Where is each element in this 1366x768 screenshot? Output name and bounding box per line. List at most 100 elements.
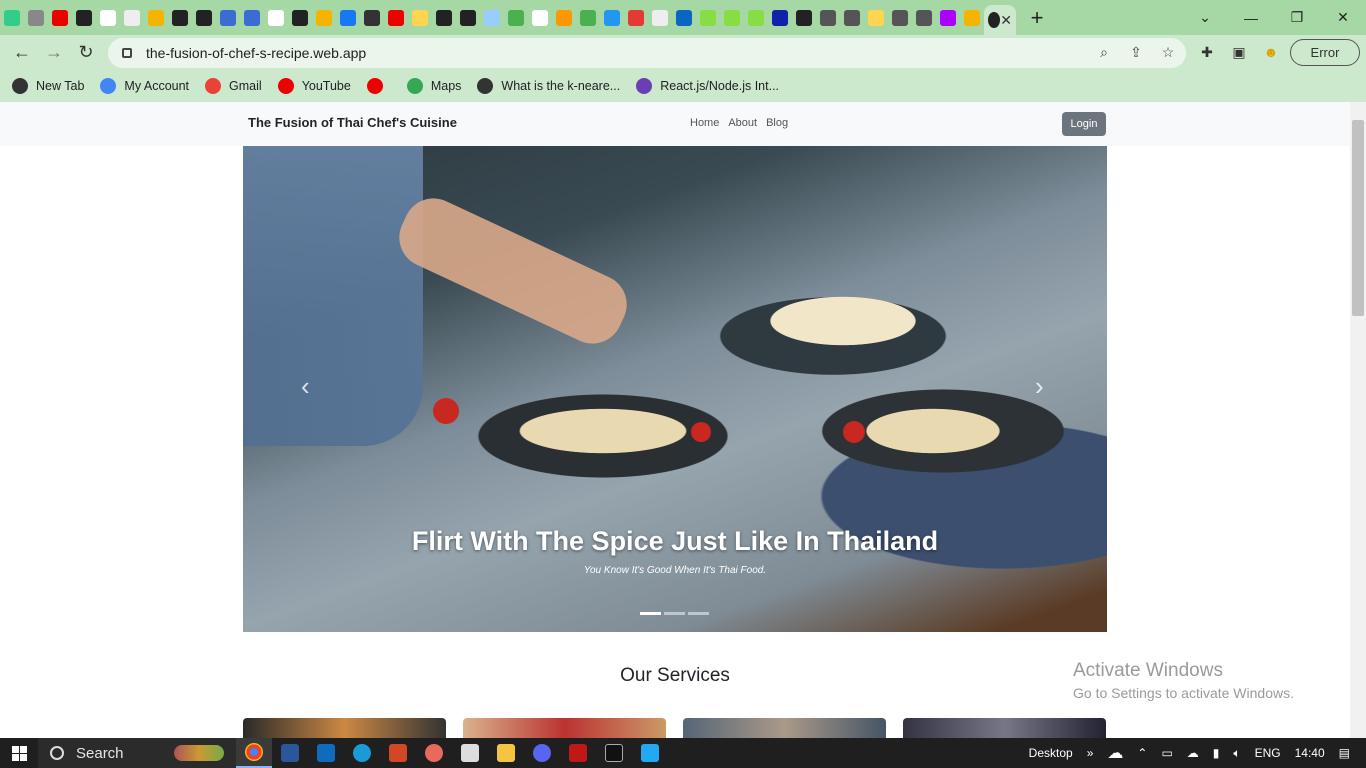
notifications-icon[interactable]: ▤: [1339, 746, 1350, 760]
bookmark-4[interactable]: [366, 78, 391, 94]
avatar-icon[interactable]: ☻: [1262, 44, 1280, 62]
battery-icon[interactable]: ▮: [1213, 746, 1220, 760]
tab-26[interactable]: [624, 0, 648, 35]
side-panel-icon[interactable]: ▣: [1230, 44, 1248, 62]
tab-4[interactable]: [96, 0, 120, 35]
service-card-image[interactable]: [903, 718, 1106, 738]
taskbar-word[interactable]: [272, 738, 308, 768]
taskbar-powerpoint[interactable]: [380, 738, 416, 768]
tab-16[interactable]: [384, 0, 408, 35]
tab-2[interactable]: [48, 0, 72, 35]
tab-12[interactable]: [288, 0, 312, 35]
tab-7[interactable]: [168, 0, 192, 35]
tab-15[interactable]: [360, 0, 384, 35]
tab-search-icon[interactable]: ⌄: [1182, 0, 1228, 35]
carousel-next-button[interactable]: ›: [1035, 371, 1044, 402]
tab-21[interactable]: [504, 0, 528, 35]
bookmark-3[interactable]: YouTube: [277, 78, 351, 94]
forward-button[interactable]: →: [38, 37, 70, 69]
taskbar-search[interactable]: Search: [38, 738, 236, 768]
login-button[interactable]: Login: [1062, 112, 1106, 136]
tab-28[interactable]: [672, 0, 696, 35]
taskbar-calculator[interactable]: [452, 738, 488, 768]
taskbar-terminal[interactable]: [596, 738, 632, 768]
tab-36[interactable]: [864, 0, 888, 35]
tab-9[interactable]: [216, 0, 240, 35]
reload-button[interactable]: ↻: [70, 37, 102, 69]
tab-8[interactable]: [192, 0, 216, 35]
bookmark-star-icon[interactable]: ☆: [1159, 44, 1177, 62]
tab-14[interactable]: [336, 0, 360, 35]
tab-6[interactable]: [144, 0, 168, 35]
carousel-indicator[interactable]: [640, 612, 661, 615]
tab-20[interactable]: [480, 0, 504, 35]
service-card-image[interactable]: [243, 718, 446, 738]
tab-23[interactable]: [552, 0, 576, 35]
minimize-button[interactable]: —: [1228, 0, 1274, 35]
close-window-button[interactable]: ✕: [1320, 0, 1366, 35]
tab-25[interactable]: [600, 0, 624, 35]
tab-30[interactable]: [720, 0, 744, 35]
bookmark-5[interactable]: Maps: [406, 78, 461, 94]
tab-13[interactable]: [312, 0, 336, 35]
weather-icon[interactable]: ☁: [1107, 743, 1123, 763]
address-bar[interactable]: the-fusion-of-chef-s-recipe.web.app ⌕ ⇪ …: [108, 38, 1186, 68]
taskbar-mail[interactable]: [308, 738, 344, 768]
tab-17[interactable]: [408, 0, 432, 35]
page-scrollbar[interactable]: [1350, 102, 1366, 738]
taskbar-discord[interactable]: [524, 738, 560, 768]
bookmark-1[interactable]: My Account: [100, 78, 189, 94]
tab-34[interactable]: [816, 0, 840, 35]
start-button[interactable]: [0, 738, 38, 768]
new-tab-button[interactable]: +: [1022, 5, 1052, 31]
tab-33[interactable]: [792, 0, 816, 35]
taskbar-vscode[interactable]: [632, 738, 668, 768]
tab-35[interactable]: [840, 0, 864, 35]
bookmark-2[interactable]: Gmail: [205, 78, 262, 94]
tab-31[interactable]: [744, 0, 768, 35]
carousel-indicator[interactable]: [688, 612, 709, 615]
nav-blog-link[interactable]: Blog: [766, 117, 788, 129]
carousel-indicator[interactable]: [664, 612, 685, 615]
taskbar-edge[interactable]: [344, 738, 380, 768]
taskbar-mcafee[interactable]: [560, 738, 596, 768]
tab-40[interactable]: [960, 0, 984, 35]
restore-button[interactable]: ❐: [1274, 0, 1320, 35]
url-text[interactable]: the-fusion-of-chef-s-recipe.web.app: [146, 45, 366, 61]
zoom-icon[interactable]: ⌕: [1095, 44, 1113, 62]
bookmark-7[interactable]: React.js/Node.js Int...: [636, 78, 779, 94]
tab-29[interactable]: [696, 0, 720, 35]
close-tab-icon[interactable]: ✕: [1000, 12, 1012, 29]
tab-22[interactable]: [528, 0, 552, 35]
tab-18[interactable]: [432, 0, 456, 35]
desktop-toolbar-label[interactable]: Desktop: [1029, 746, 1073, 760]
nav-about-link[interactable]: About: [728, 117, 757, 129]
bookmark-0[interactable]: New Tab: [12, 78, 84, 94]
tab-0[interactable]: [0, 0, 24, 35]
clock[interactable]: 14:40: [1295, 746, 1325, 760]
tab-24[interactable]: [576, 0, 600, 35]
nav-home-link[interactable]: Home: [690, 117, 719, 129]
share-icon[interactable]: ⇪: [1127, 44, 1145, 62]
tab-37[interactable]: [888, 0, 912, 35]
scrollbar-thumb[interactable]: [1352, 120, 1364, 316]
taskbar-paint[interactable]: [416, 738, 452, 768]
tab-27[interactable]: [648, 0, 672, 35]
tab-38[interactable]: [912, 0, 936, 35]
chevron-up-icon[interactable]: ⌃: [1137, 746, 1147, 760]
carousel-prev-button[interactable]: ‹: [301, 371, 310, 402]
volume-icon[interactable]: 🔈︎: [1233, 746, 1240, 761]
tab-10[interactable]: [240, 0, 264, 35]
lock-icon[interactable]: [122, 48, 132, 58]
language-indicator[interactable]: ENG: [1255, 746, 1281, 760]
service-card-image[interactable]: [463, 718, 666, 738]
tab-19[interactable]: [456, 0, 480, 35]
tab-1[interactable]: [24, 0, 48, 35]
taskbar-chrome[interactable]: [236, 738, 272, 768]
bookmark-6[interactable]: What is the k-neare...: [477, 78, 620, 94]
tab-39[interactable]: [936, 0, 960, 35]
tab-3[interactable]: [72, 0, 96, 35]
chevron-right-icon[interactable]: »: [1087, 746, 1094, 760]
tab-11[interactable]: [264, 0, 288, 35]
site-brand[interactable]: The Fusion of Thai Chef's Cuisine: [248, 115, 457, 130]
